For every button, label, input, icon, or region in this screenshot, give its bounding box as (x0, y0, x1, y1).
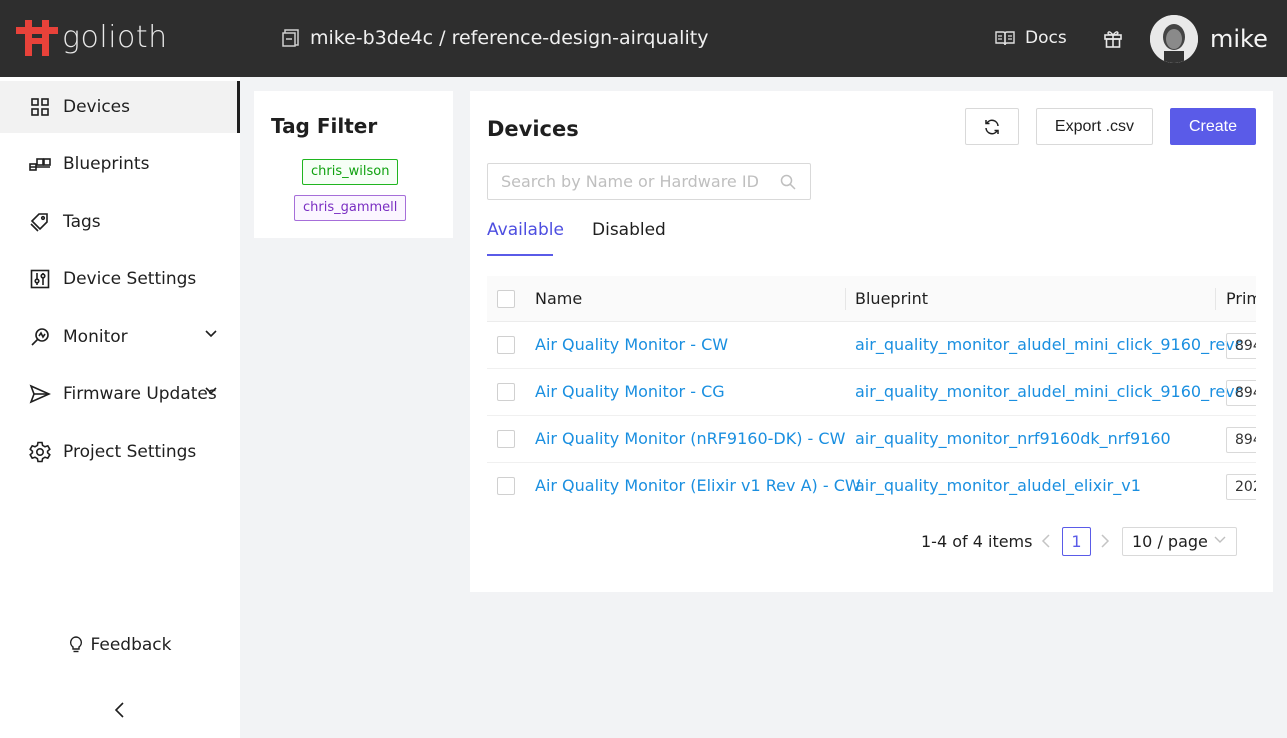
page-title: Devices (487, 117, 579, 141)
column-header-blueprint[interactable]: Blueprint (855, 276, 928, 322)
gear-icon (29, 441, 51, 463)
sidebar-item-project-settings[interactable]: Project Settings (0, 426, 240, 478)
column-divider (845, 288, 846, 310)
golioth-logo-icon (16, 20, 58, 56)
tag-icon (29, 211, 51, 233)
select-all-checkbox[interactable] (497, 290, 515, 308)
table-row: Air Quality Monitor (Elixir v1 Rev A) - … (487, 463, 1256, 508)
lightbulb-icon (69, 636, 82, 653)
sidebar-item-label: Monitor (63, 327, 128, 347)
feedback-button[interactable]: Feedback (0, 625, 240, 665)
export-csv-button[interactable]: Export .csv (1036, 108, 1153, 145)
page-size-select[interactable]: 10 / page (1122, 527, 1237, 556)
device-name-link[interactable]: Air Quality Monitor - CW (535, 322, 728, 368)
sidebar-item-monitor[interactable]: Monitor (0, 311, 240, 363)
sidebar-item-label: Device Settings (63, 269, 197, 289)
blueprint-link[interactable]: air_quality_monitor_aludel_mini_click_91… (855, 322, 1243, 368)
blueprint-icon (29, 153, 51, 175)
row-checkbox[interactable] (497, 477, 515, 495)
sidebar-item-firmware-updates[interactable]: Firmware Updates (0, 368, 240, 420)
pagination-range: 1-4 of 4 items (921, 532, 1033, 551)
primary-id-cell: 202 (1226, 474, 1256, 500)
sidebar: Devices Blueprints Tags Device Settings … (0, 77, 240, 738)
search-input[interactable] (488, 164, 758, 199)
collapse-sidebar-button[interactable] (110, 700, 130, 720)
page-size-value: 10 / page (1132, 532, 1208, 551)
column-divider (1215, 288, 1216, 310)
refresh-icon (985, 119, 999, 134)
project-name: mike-b3de4c / reference-design-airqualit… (310, 27, 709, 49)
table-row: Air Quality Monitor (nRF9160-DK) - CW ai… (487, 416, 1256, 463)
username[interactable]: mike (1210, 24, 1268, 54)
devices-panel: Devices Export .csv Create Available Dis… (470, 91, 1273, 592)
search-box (487, 163, 811, 200)
sidebar-item-label: Firmware Updates (63, 384, 217, 404)
sidebar-item-devices[interactable]: Devices (0, 81, 240, 133)
tab-available[interactable]: Available (487, 219, 564, 256)
primary-id-cell: 894 (1226, 427, 1256, 453)
refresh-button[interactable] (965, 108, 1019, 145)
chevron-down-icon (205, 387, 217, 395)
tag-filter-title: Tag Filter (271, 114, 378, 138)
chevron-left-icon[interactable] (1041, 534, 1051, 548)
tag-chris-gammell[interactable]: chris_gammell (294, 195, 407, 221)
docs-link[interactable]: Docs (995, 28, 1067, 48)
device-name-link[interactable]: Air Quality Monitor (nRF9160-DK) - CW (535, 416, 845, 462)
grid-icon (29, 96, 51, 118)
brand-name: golioth (62, 20, 168, 55)
sidebar-item-tags[interactable]: Tags (0, 196, 240, 248)
tag-filter-panel: Tag Filter chris_wilson chris_gammell (254, 91, 453, 238)
tab-disabled[interactable]: Disabled (592, 219, 666, 256)
project-breadcrumb[interactable]: mike-b3de4c / reference-design-airqualit… (282, 27, 708, 49)
docs-label: Docs (1025, 28, 1067, 48)
blueprint-link[interactable]: air_quality_monitor_aludel_elixir_v1 (855, 463, 1141, 508)
primary-id-cell: 894 (1226, 333, 1256, 359)
column-header-primary[interactable]: Prim (1226, 276, 1256, 322)
gift-icon[interactable] (1103, 29, 1123, 53)
devices-table: Name Blueprint Prim Air Quality Monitor … (487, 276, 1256, 508)
magnifier-icon (29, 326, 51, 348)
sidebar-item-label: Devices (63, 97, 130, 117)
top-bar: golioth mike-b3de4c / reference-design-a… (0, 0, 1287, 77)
sidebar-item-blueprints[interactable]: Blueprints (0, 138, 240, 190)
table-row: Air Quality Monitor - CW air_quality_mon… (487, 322, 1256, 369)
device-tabs: Available Disabled (487, 219, 1256, 256)
project-icon (282, 29, 299, 47)
blueprint-link[interactable]: air_quality_monitor_aludel_mini_click_91… (855, 369, 1243, 415)
device-name-link[interactable]: Air Quality Monitor - CG (535, 369, 725, 415)
feedback-label: Feedback (90, 635, 172, 655)
table-header: Name Blueprint Prim (487, 276, 1256, 322)
device-name-link[interactable]: Air Quality Monitor (Elixir v1 Rev A) - … (535, 463, 861, 508)
send-icon (29, 383, 51, 405)
chevron-right-icon[interactable] (1100, 534, 1110, 548)
search-icon[interactable] (780, 174, 796, 190)
sidebar-item-label: Blueprints (63, 154, 150, 174)
create-button[interactable]: Create (1170, 108, 1256, 145)
primary-id-cell: 894 (1226, 380, 1256, 406)
book-icon (995, 31, 1015, 46)
page-number-button[interactable]: 1 (1062, 527, 1091, 556)
settings-sliders-icon (29, 268, 51, 290)
table-row: Air Quality Monitor - CG air_quality_mon… (487, 369, 1256, 416)
column-header-name[interactable]: Name (535, 276, 582, 322)
row-checkbox[interactable] (497, 336, 515, 354)
row-checkbox[interactable] (497, 383, 515, 401)
sidebar-item-label: Project Settings (63, 442, 197, 462)
chevron-left-icon (114, 702, 124, 718)
chevron-down-icon (205, 330, 217, 338)
chevron-down-icon (1214, 536, 1226, 543)
sidebar-item-label: Tags (63, 212, 101, 232)
user-avatar[interactable] (1150, 15, 1198, 63)
blueprint-link[interactable]: air_quality_monitor_nrf9160dk_nrf9160 (855, 416, 1171, 462)
tag-chris-wilson[interactable]: chris_wilson (302, 159, 399, 185)
sidebar-item-device-settings[interactable]: Device Settings (0, 253, 240, 305)
golioth-logo[interactable]: golioth (16, 20, 168, 56)
row-checkbox[interactable] (497, 430, 515, 448)
